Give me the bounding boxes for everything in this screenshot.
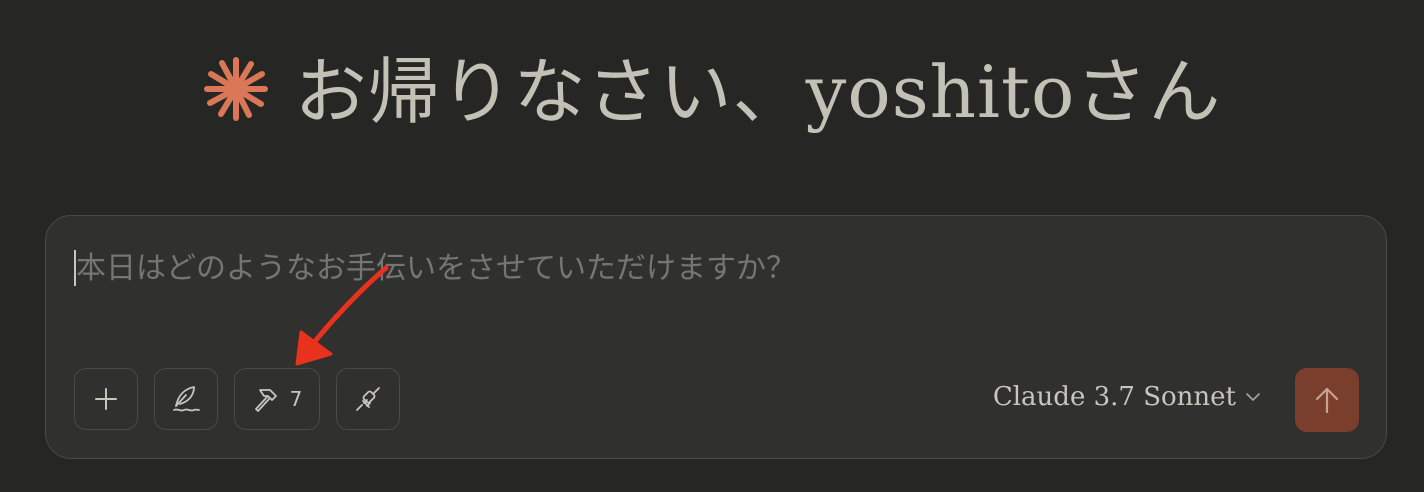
tools-button[interactable]: 7 [234, 368, 320, 430]
feather-icon [173, 386, 200, 412]
model-name: Claude 3.7 Sonnet [992, 382, 1236, 412]
integrations-button[interactable] [336, 368, 400, 430]
message-composer: 7 Claude 3.7 Sonnet [45, 215, 1387, 459]
greeting-title: お帰りなさい、yoshitoさん [294, 49, 1222, 134]
hammer-icon [254, 389, 277, 412]
tools-count: 7 [289, 387, 303, 411]
model-selector[interactable]: Claude 3.7 Sonnet [993, 382, 1262, 412]
add-attachment-button[interactable] [74, 368, 138, 430]
style-button[interactable] [154, 368, 218, 430]
plug-icon [356, 387, 380, 411]
prompt-input[interactable] [76, 250, 845, 286]
greeting-header: お帰りなさい、yoshitoさん [0, 30, 1424, 140]
prompt-row [74, 250, 845, 286]
chat-home-page: お帰りなさい、yoshitoさん 本日はどのようなお手伝いをさせていただけますか… [0, 0, 1424, 492]
arrow-up-icon [1315, 387, 1339, 414]
chevron-down-icon [1246, 393, 1260, 401]
send-button[interactable] [1295, 368, 1359, 432]
plus-icon [95, 388, 117, 410]
claude-spark-icon [203, 57, 268, 121]
